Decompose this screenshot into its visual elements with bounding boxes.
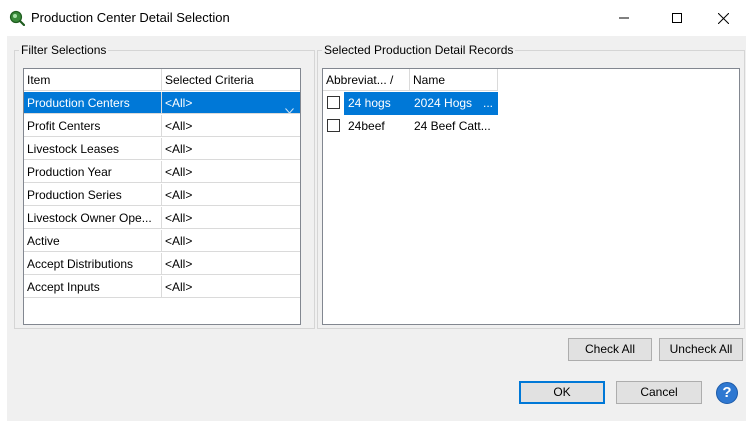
filter-item-label: Livestock Owner Ope...: [24, 207, 162, 229]
criteria-value[interactable]: <All>: [162, 230, 300, 252]
record-abbreviation: 24beef: [348, 119, 385, 133]
filter-row-profit-centers[interactable]: Profit Centers <All>: [24, 115, 300, 138]
filter-item-label: Production Centers: [24, 92, 162, 114]
column-header-abbreviation[interactable]: Abbreviat... /: [323, 69, 410, 91]
record-row[interactable]: 24beef 24 Beef Catt...: [323, 115, 498, 138]
record-name-cell: 2024 Hogs ...: [410, 92, 498, 115]
record-row[interactable]: 24 hogs 2024 Hogs ...: [323, 92, 498, 115]
criteria-value[interactable]: <All>: [162, 253, 300, 275]
minimize-icon: [619, 13, 629, 23]
close-button[interactable]: [700, 0, 746, 36]
records-grid-header: Abbreviat... / Name: [323, 69, 498, 92]
filter-item-label: Livestock Leases: [24, 138, 162, 160]
filter-item-label: Active: [24, 230, 162, 252]
records-title: Selected Production Detail Records: [322, 43, 516, 57]
help-icon[interactable]: ?: [716, 382, 738, 404]
column-header-selected-criteria[interactable]: Selected Criteria: [162, 69, 300, 91]
filter-row-production-year[interactable]: Production Year <All>: [24, 161, 300, 184]
records-group: Selected Production Detail Records Abbre…: [317, 43, 745, 329]
records-grid[interactable]: Abbreviat... / Name 24 hogs 2024 Hogs ..…: [322, 68, 740, 325]
record-name: 24 Beef Catt...: [414, 119, 491, 133]
filter-row-production-centers[interactable]: Production Centers <All>: [24, 92, 300, 115]
filter-grid-header: Item Selected Criteria: [24, 69, 300, 92]
record-checkbox[interactable]: [327, 96, 340, 109]
filter-item-label: Production Year: [24, 161, 162, 183]
criteria-value[interactable]: <All>: [162, 115, 300, 137]
criteria-value[interactable]: <All>: [162, 276, 300, 298]
column-header-item[interactable]: Item: [24, 69, 162, 91]
minimize-button[interactable]: [601, 0, 647, 36]
record-abbreviation: 24 hogs: [344, 92, 410, 115]
filter-row-production-series[interactable]: Production Series <All>: [24, 184, 300, 207]
dialog-body: Filter Selections Item Selected Criteria…: [7, 36, 746, 421]
close-icon: [717, 12, 729, 24]
criteria-value[interactable]: <All>: [162, 184, 300, 206]
filter-selections-title: Filter Selections: [19, 43, 109, 57]
title-bar[interactable]: Production Center Detail Selection: [0, 0, 746, 36]
filter-row-accept-inputs[interactable]: Accept Inputs <All>: [24, 276, 300, 299]
filter-row-active[interactable]: Active <All>: [24, 230, 300, 253]
filter-grid[interactable]: Item Selected Criteria Production Center…: [23, 68, 301, 325]
uncheck-all-button[interactable]: Uncheck All: [659, 338, 743, 361]
record-name: 2024 Hogs: [414, 96, 473, 110]
filter-item-label: Production Series: [24, 184, 162, 206]
filter-row-livestock-owner-operator[interactable]: Livestock Owner Ope... <All>: [24, 207, 300, 230]
cancel-button[interactable]: Cancel: [616, 381, 702, 404]
filter-row-livestock-leases[interactable]: Livestock Leases <All>: [24, 138, 300, 161]
filter-item-label: Accept Inputs: [24, 276, 162, 298]
ok-button[interactable]: OK: [519, 381, 605, 404]
maximize-button[interactable]: [654, 0, 700, 36]
filter-item-label: Accept Distributions: [24, 253, 162, 275]
maximize-icon: [672, 13, 682, 23]
record-name-ellipsis[interactable]: ...: [483, 92, 493, 115]
chevron-down-icon[interactable]: [285, 99, 294, 113]
filter-row-accept-distributions[interactable]: Accept Distributions <All>: [24, 253, 300, 276]
filter-item-label: Profit Centers: [24, 115, 162, 137]
window-title: Production Center Detail Selection: [31, 10, 230, 25]
filter-selections-group: Filter Selections Item Selected Criteria…: [14, 43, 315, 329]
check-all-button[interactable]: Check All: [568, 338, 652, 361]
search-icon: [9, 10, 26, 27]
criteria-value[interactable]: <All>: [162, 138, 300, 160]
criteria-combo[interactable]: <All>: [162, 92, 300, 114]
criteria-value[interactable]: <All>: [162, 161, 300, 183]
criteria-value[interactable]: <All>: [162, 207, 300, 229]
record-checkbox[interactable]: [327, 119, 340, 132]
criteria-value: <All>: [165, 96, 193, 110]
column-header-name[interactable]: Name: [410, 69, 498, 91]
